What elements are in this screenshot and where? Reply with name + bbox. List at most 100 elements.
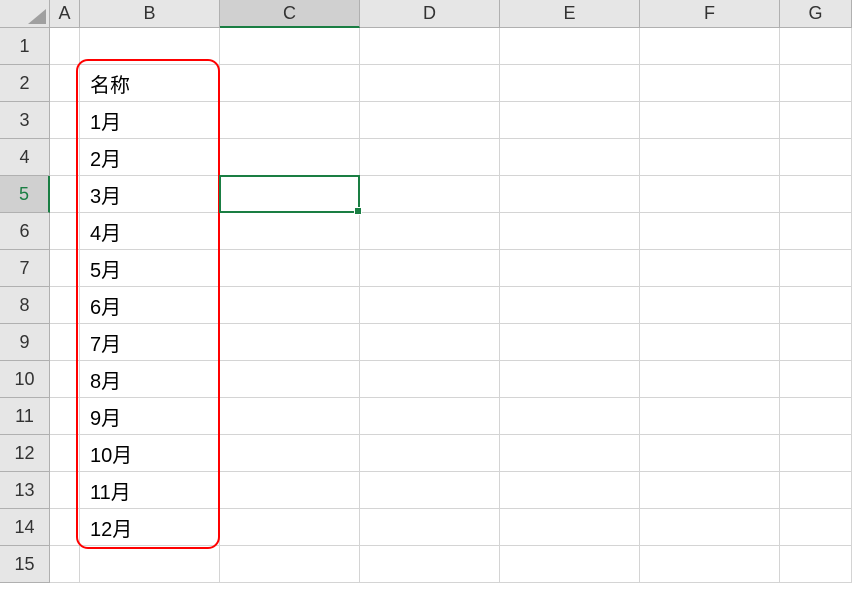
cell-c4[interactable]: [220, 139, 360, 176]
cell-b5[interactable]: 3月: [80, 176, 220, 213]
cell-a12[interactable]: [50, 435, 80, 472]
cell-g8[interactable]: [780, 287, 852, 324]
cell-c11[interactable]: [220, 398, 360, 435]
cell-f8[interactable]: [640, 287, 780, 324]
cell-a1[interactable]: [50, 28, 80, 65]
cell-a7[interactable]: [50, 250, 80, 287]
cell-d15[interactable]: [360, 546, 500, 583]
cell-g15[interactable]: [780, 546, 852, 583]
cell-d5[interactable]: [360, 176, 500, 213]
row-header-8[interactable]: 8: [0, 287, 50, 324]
cell-f14[interactable]: [640, 509, 780, 546]
cell-c9[interactable]: [220, 324, 360, 361]
cell-d13[interactable]: [360, 472, 500, 509]
cell-b10[interactable]: 8月: [80, 361, 220, 398]
cell-b14[interactable]: 12月: [80, 509, 220, 546]
row-header-14[interactable]: 14: [0, 509, 50, 546]
cell-g10[interactable]: [780, 361, 852, 398]
cell-g12[interactable]: [780, 435, 852, 472]
cell-f13[interactable]: [640, 472, 780, 509]
cell-e5[interactable]: [500, 176, 640, 213]
cell-e1[interactable]: [500, 28, 640, 65]
cell-f11[interactable]: [640, 398, 780, 435]
cell-f12[interactable]: [640, 435, 780, 472]
cell-e4[interactable]: [500, 139, 640, 176]
cell-g7[interactable]: [780, 250, 852, 287]
row-header-7[interactable]: 7: [0, 250, 50, 287]
cell-g5[interactable]: [780, 176, 852, 213]
cell-c12[interactable]: [220, 435, 360, 472]
cell-b6[interactable]: 4月: [80, 213, 220, 250]
cell-b11[interactable]: 9月: [80, 398, 220, 435]
cell-b7[interactable]: 5月: [80, 250, 220, 287]
cell-c15[interactable]: [220, 546, 360, 583]
cell-g4[interactable]: [780, 139, 852, 176]
cell-d3[interactable]: [360, 102, 500, 139]
cell-g13[interactable]: [780, 472, 852, 509]
row-header-6[interactable]: 6: [0, 213, 50, 250]
cell-a15[interactable]: [50, 546, 80, 583]
cell-c10[interactable]: [220, 361, 360, 398]
column-header-d[interactable]: D: [360, 0, 500, 28]
cell-e14[interactable]: [500, 509, 640, 546]
cell-a9[interactable]: [50, 324, 80, 361]
cell-e12[interactable]: [500, 435, 640, 472]
cell-d10[interactable]: [360, 361, 500, 398]
cell-g3[interactable]: [780, 102, 852, 139]
row-header-3[interactable]: 3: [0, 102, 50, 139]
cell-d14[interactable]: [360, 509, 500, 546]
column-header-c[interactable]: C: [220, 0, 360, 28]
cell-g14[interactable]: [780, 509, 852, 546]
cell-e8[interactable]: [500, 287, 640, 324]
cell-b3[interactable]: 1月: [80, 102, 220, 139]
cell-c8[interactable]: [220, 287, 360, 324]
cell-c13[interactable]: [220, 472, 360, 509]
column-header-a[interactable]: A: [50, 0, 80, 28]
cell-f10[interactable]: [640, 361, 780, 398]
cell-d6[interactable]: [360, 213, 500, 250]
cell-d8[interactable]: [360, 287, 500, 324]
cell-g2[interactable]: [780, 65, 852, 102]
column-header-g[interactable]: G: [780, 0, 852, 28]
cell-b4[interactable]: 2月: [80, 139, 220, 176]
row-header-10[interactable]: 10: [0, 361, 50, 398]
row-header-4[interactable]: 4: [0, 139, 50, 176]
cell-b8[interactable]: 6月: [80, 287, 220, 324]
cell-e15[interactable]: [500, 546, 640, 583]
row-header-9[interactable]: 9: [0, 324, 50, 361]
cell-a6[interactable]: [50, 213, 80, 250]
column-header-f[interactable]: F: [640, 0, 780, 28]
cell-c2[interactable]: [220, 65, 360, 102]
cell-e3[interactable]: [500, 102, 640, 139]
cell-g1[interactable]: [780, 28, 852, 65]
cell-f3[interactable]: [640, 102, 780, 139]
cell-g11[interactable]: [780, 398, 852, 435]
cell-f4[interactable]: [640, 139, 780, 176]
cell-d9[interactable]: [360, 324, 500, 361]
cell-e11[interactable]: [500, 398, 640, 435]
cell-a11[interactable]: [50, 398, 80, 435]
cell-b9[interactable]: 7月: [80, 324, 220, 361]
cell-a14[interactable]: [50, 509, 80, 546]
cell-e2[interactable]: [500, 65, 640, 102]
cell-e9[interactable]: [500, 324, 640, 361]
cell-a3[interactable]: [50, 102, 80, 139]
cell-e10[interactable]: [500, 361, 640, 398]
column-header-b[interactable]: B: [80, 0, 220, 28]
cell-a13[interactable]: [50, 472, 80, 509]
cell-b2[interactable]: 名称: [80, 65, 220, 102]
cell-c14[interactable]: [220, 509, 360, 546]
cell-d7[interactable]: [360, 250, 500, 287]
row-header-15[interactable]: 15: [0, 546, 50, 583]
select-all-corner[interactable]: [0, 0, 50, 28]
cell-f15[interactable]: [640, 546, 780, 583]
cell-b13[interactable]: 11月: [80, 472, 220, 509]
cell-g9[interactable]: [780, 324, 852, 361]
row-header-11[interactable]: 11: [0, 398, 50, 435]
cell-f5[interactable]: [640, 176, 780, 213]
cell-b12[interactable]: 10月: [80, 435, 220, 472]
cell-a4[interactable]: [50, 139, 80, 176]
cell-e6[interactable]: [500, 213, 640, 250]
cell-c7[interactable]: [220, 250, 360, 287]
cell-f9[interactable]: [640, 324, 780, 361]
